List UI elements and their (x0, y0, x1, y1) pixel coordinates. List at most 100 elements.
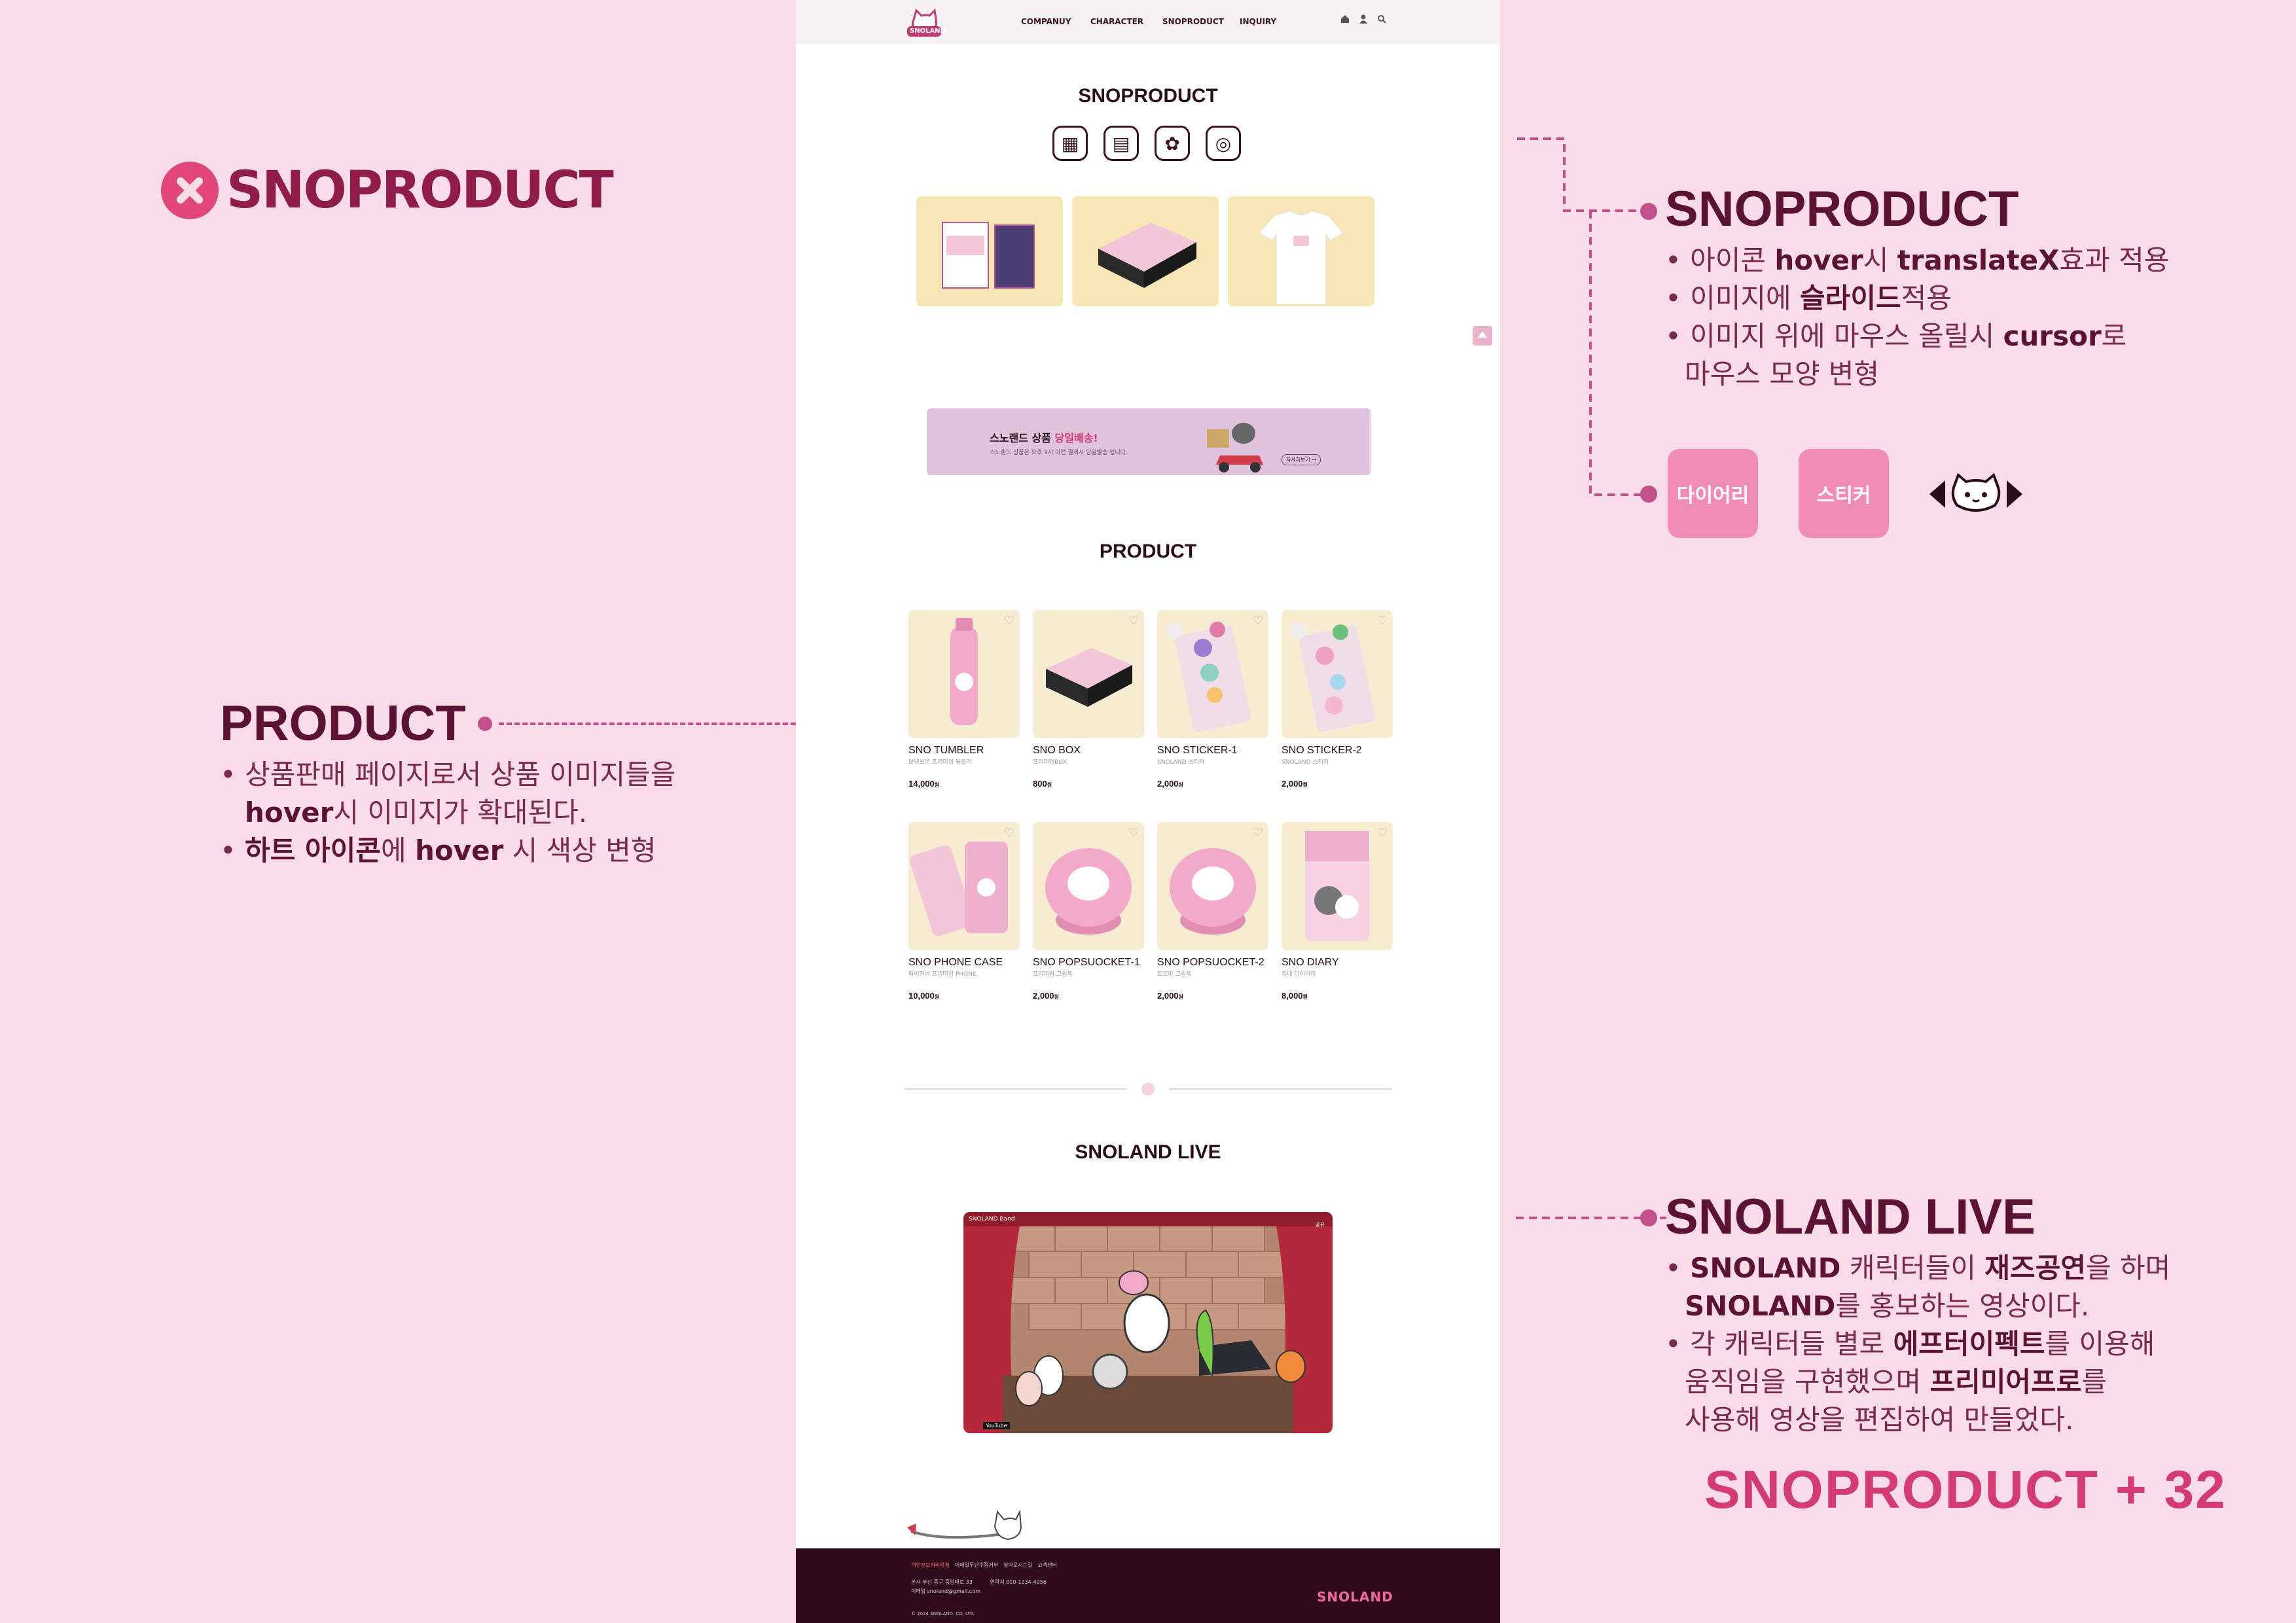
user-icon[interactable] (1359, 14, 1368, 24)
heart-icon[interactable]: ♡ (1253, 826, 1263, 840)
snoproduct-logo: SNOPRODUCT (161, 161, 614, 220)
note-bold: translateX (1897, 244, 2060, 276)
price-unit: 원 (1178, 782, 1183, 788)
heart-icon[interactable]: ♡ (1004, 614, 1014, 628)
note-bold: 슬라이드 (1800, 282, 1901, 314)
product-price: 2,000 (1157, 779, 1179, 789)
popsocket-category-icon[interactable]: ◎ (1206, 126, 1241, 161)
slide-tshirt[interactable] (1228, 196, 1374, 306)
annotation-title: SNOLAND LIVE (1665, 1189, 2036, 1245)
product-desc: SNOLAND 스티커 (1282, 759, 1329, 766)
product-desc: 보냉보온 프리미엄 텀블러 (908, 759, 972, 766)
cat-arrow-control[interactable] (1927, 470, 2025, 518)
product-price: 2,000 (1282, 779, 1303, 789)
note-text: 을 하며 (2085, 1252, 2171, 1284)
product-desc: SNOLAND 스티커 (1157, 759, 1205, 766)
product-card[interactable]: ♡ SNO PHONE CASE 파이커버 프리미엄 PHONE 10,000원 (908, 822, 1020, 1001)
heart-icon[interactable]: ♡ (1377, 614, 1388, 628)
product-annotation-title: PRODUCT (220, 696, 466, 751)
video-share-button[interactable]: 공유 (1315, 1221, 1325, 1228)
snoproduct-annotation: SNOPRODUCT • 아이콘 hover시 translateX효과 적용 … (1665, 181, 2254, 393)
product-name: SNO POPSUOCKET-1 (1033, 957, 1140, 968)
connector-dot (477, 716, 492, 731)
heart-icon[interactable]: ♡ (1128, 826, 1139, 840)
note-text: • 이미지 위에 마우스 올릴시 (1665, 320, 2003, 352)
connector-dot (1640, 203, 1657, 220)
note-bold: hover (414, 834, 504, 866)
home-icon[interactable] (1340, 14, 1350, 24)
banner-more-button[interactable]: 자세히보기 → (1282, 454, 1321, 465)
product-card[interactable]: ♡ SNO POPSUOCKET-1 프리미엄 그립톡 2,000원 (1033, 822, 1144, 1001)
product-name: SNO BOX (1033, 745, 1081, 756)
note-text: 마우스 모양 변형 (1685, 358, 1880, 390)
product-name: SNO STICKER-1 (1157, 745, 1238, 756)
slide-box[interactable] (1072, 196, 1219, 306)
product-card[interactable]: ♡ SNO BOX 프리미엄BOX 800원 (1033, 610, 1144, 789)
note-text: 캐릭터들이 (1840, 1252, 1985, 1284)
video-thumbnail (963, 1212, 1333, 1433)
nav-inquiry[interactable]: INQUIRY (1240, 17, 1276, 26)
footer-link-privacy[interactable]: 개인정보처리방침 (911, 1561, 950, 1569)
snoproduct-section-title: SNOPRODUCT (1078, 85, 1218, 107)
heart-icon[interactable]: ♡ (1004, 826, 1014, 840)
product-card[interactable]: ♡ SNO POPSUOCKET-2 토르마 그립톡 2,000원 (1157, 822, 1268, 1001)
connector-dot (1640, 486, 1657, 503)
product-card[interactable]: ♡ SNO STICKER-2 SNOLAND 스티커 2,000원 (1282, 610, 1393, 789)
annotation-title: SNOPRODUCT (1665, 181, 2019, 237)
note-bold: 프리미어프로 (1929, 1366, 2082, 1398)
diary-category-icon[interactable]: ▤ (1103, 126, 1139, 161)
navbar: SNOLAND COMPANUY CHARACTER SNOPRODUCT IN… (796, 0, 1500, 44)
sticker-category-icon[interactable]: ✿ (1155, 126, 1190, 161)
delivery-banner[interactable]: 스노랜드 상품 당일배송! 스노랜드 상품은 오후 1시 이전 결제시 당일발송… (927, 408, 1371, 475)
note-text: 적용 (1901, 282, 1952, 314)
heart-icon[interactable]: ♡ (1128, 614, 1139, 628)
website-mockup: SNOLAND COMPANUY CHARACTER SNOPRODUCT IN… (796, 0, 1500, 1623)
logo-text: SNOLAND (910, 27, 946, 35)
heart-icon[interactable]: ♡ (1253, 614, 1263, 628)
note-bold: SNOLAND (1685, 1290, 1836, 1322)
live-annotation: SNOLAND LIVE • SNOLAND 캐릭터들이 재즈공연을 하며 SN… (1665, 1188, 2254, 1439)
site-logo[interactable]: SNOLAND (905, 5, 946, 39)
note-bold: cursor (2003, 320, 2102, 352)
cat-face-icon (1951, 473, 2001, 512)
product-card[interactable]: ♡ SNO TUMBLER 보냉보온 프리미엄 텀블러 14,000원 (908, 610, 1020, 789)
note-text: 사용해 영상을 편집하여 만들었다. (1685, 1404, 2074, 1436)
price-unit: 원 (1302, 782, 1308, 788)
note-text: • 이미지에 (1665, 282, 1801, 314)
page-counter: SNOPRODUCT + 32 (1704, 1460, 2227, 1520)
diary-button[interactable]: 다이어리 (1668, 449, 1758, 538)
note-line: • 상품판매 페이지로서 상품 이미지들을 (220, 758, 676, 791)
youtube-logo[interactable]: YouTube (983, 1422, 1010, 1429)
live-video-player[interactable]: SNOLAND Band 공유 YouTube (963, 1212, 1333, 1433)
x-circle-icon (161, 162, 219, 219)
banner-subtitle: 스노랜드 상품은 오후 1시 이전 결제시 당일발송 됩니다. (990, 450, 1128, 456)
note-text: 를 (2081, 1366, 2107, 1398)
search-icon[interactable] (1377, 14, 1386, 24)
calendar-category-icon[interactable]: ▦ (1052, 126, 1088, 161)
sticker-button[interactable]: 스티커 (1799, 449, 1889, 538)
banner-title-highlight: 당일배송! (1054, 432, 1098, 444)
nav-character[interactable]: CHARACTER (1090, 17, 1143, 26)
footer-link-support[interactable]: 고객센터 (1037, 1561, 1056, 1569)
product-card[interactable]: ♡ SNO DIARY 특대 다이어리 8,000원 (1282, 822, 1393, 1001)
note-bold: hover (245, 796, 334, 829)
heart-icon[interactable]: ♡ (1377, 826, 1388, 840)
product-card[interactable]: ♡ SNO STICKER-1 SNOLAND 스티커 2,000원 (1157, 610, 1268, 789)
product-name: SNO DIARY (1282, 957, 1339, 968)
nav-company[interactable]: COMPANUY (1021, 17, 1071, 26)
product-price: 2,000 (1033, 991, 1054, 1001)
slide-calendar[interactable] (916, 196, 1063, 306)
note-text: 시 (1863, 244, 1897, 276)
note-text: • 각 캐릭터들 별로 (1665, 1328, 1893, 1360)
note-text: • (1665, 1252, 1691, 1284)
scroll-top-icon[interactable] (1473, 326, 1492, 346)
product-image: ♡ (908, 822, 1020, 950)
footer-logo: SNOLAND (1317, 1589, 1393, 1605)
price-unit: 원 (1047, 782, 1052, 788)
footer-link-location[interactable]: 찾아오시는길 (1003, 1561, 1032, 1569)
footer-phone: 010-1234-4056 (1006, 1579, 1047, 1585)
product-price: 10,000 (908, 991, 935, 1001)
note-text: 를 이용해 (2045, 1328, 2155, 1360)
footer-link-email[interactable]: 이메일무단수집거부 (955, 1561, 998, 1569)
nav-snoproduct[interactable]: SNOPRODUCT (1162, 17, 1224, 26)
